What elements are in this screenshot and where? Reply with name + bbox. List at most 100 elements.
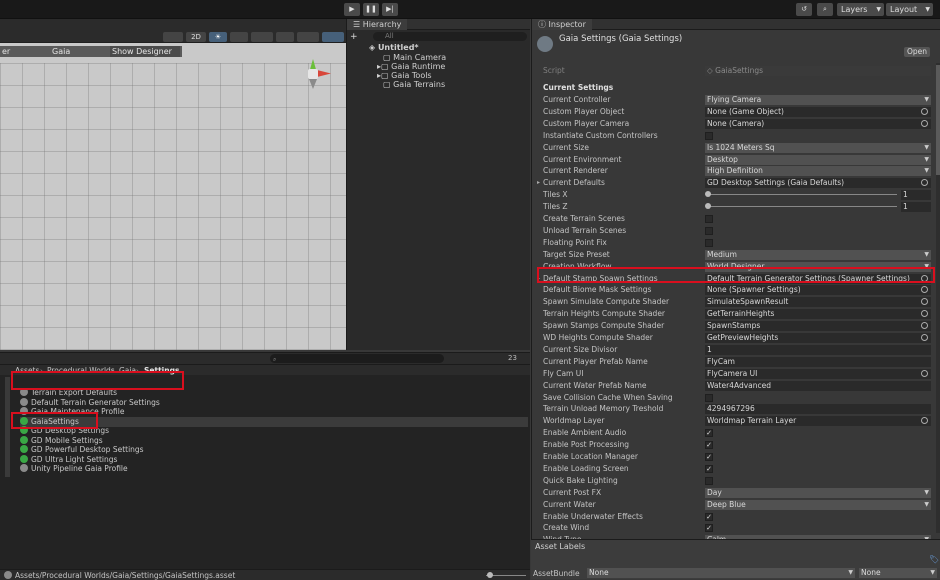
object-field[interactable]: None (Spawner Settings): [705, 285, 931, 296]
project-file-item[interactable]: Default Terrain Generator Settings: [20, 397, 160, 408]
pause-icon[interactable]: ❚❚: [363, 3, 379, 16]
inspector-scrollbar[interactable]: [936, 63, 940, 533]
mode-2d-button[interactable]: 2D: [186, 32, 206, 42]
project-scrollbar[interactable]: [5, 377, 10, 477]
text-field[interactable]: FlyCam: [705, 356, 931, 367]
slider-handle[interactable]: [705, 203, 711, 210]
audio-icon[interactable]: [230, 32, 248, 42]
project-file-item[interactable]: Terrain Export Defaults: [20, 388, 117, 398]
gizmos-icon[interactable]: [322, 32, 344, 42]
slider-value[interactable]: 1: [901, 202, 931, 213]
shading-mode-button[interactable]: [163, 32, 183, 42]
history-icon[interactable]: ↺: [796, 3, 812, 16]
checkbox[interactable]: ✓: [705, 512, 713, 521]
dropdown-field[interactable]: High Definition ▼: [705, 166, 931, 177]
checkbox[interactable]: [705, 226, 713, 235]
layout-dropdown[interactable]: Layout ▼: [886, 3, 933, 16]
hierarchy-item-gaia-terrains[interactable]: ▢ Gaia Terrains: [383, 80, 445, 90]
object-picker-icon[interactable]: [921, 107, 928, 115]
object-field[interactable]: SpawnStamps: [705, 321, 931, 332]
object-picker-icon[interactable]: [921, 310, 928, 318]
label-tag-icon[interactable]: 🏷: [929, 555, 939, 564]
dropdown-field[interactable]: Deep Blue ▼: [705, 499, 931, 510]
camera-icon[interactable]: [297, 32, 319, 42]
object-field[interactable]: FlyCamera UI: [705, 368, 931, 379]
search-icon[interactable]: ⌕: [817, 3, 833, 16]
dropdown-field[interactable]: Day ▼: [705, 487, 931, 498]
scene-root-item[interactable]: ◈ Untitled*: [369, 43, 419, 53]
breadcrumb-assets[interactable]: Assets: [15, 365, 39, 377]
dropdown-field[interactable]: World Designer ▼: [705, 261, 931, 272]
checkbox[interactable]: ✓: [705, 441, 713, 450]
slider-track[interactable]: [707, 206, 897, 208]
object-picker-icon[interactable]: [921, 322, 928, 330]
text-field[interactable]: 4294967296: [705, 404, 931, 415]
project-search-input[interactable]: ⌕: [270, 354, 444, 363]
project-file-item[interactable]: GD Powerful Desktop Settings: [20, 445, 144, 455]
checkbox[interactable]: ✓: [705, 453, 713, 461]
dropdown-field[interactable]: Flying Camera ▼: [705, 95, 931, 105]
checkbox[interactable]: ✓: [705, 524, 713, 533]
asset-bundle-dropdown[interactable]: None ▼: [587, 568, 855, 578]
dropdown-field[interactable]: Medium ▼: [705, 249, 931, 260]
text-field[interactable]: 1: [705, 344, 931, 355]
play-icon[interactable]: ▶: [344, 3, 360, 16]
field-label: Terrain Unload Memory Treshold: [543, 404, 664, 414]
object-picker-icon[interactable]: [921, 298, 928, 306]
checkbox[interactable]: ✓: [705, 464, 713, 473]
tab-hierarchy[interactable]: ☰ Hierarchy: [347, 19, 408, 30]
layers-dropdown[interactable]: Layers ▼: [837, 3, 884, 16]
open-button[interactable]: Open: [904, 47, 930, 57]
slider-value[interactable]: 1: [901, 190, 931, 201]
object-picker-icon[interactable]: [921, 417, 928, 425]
object-field[interactable]: GD Desktop Settings (Gaia Defaults): [705, 178, 931, 189]
effects-icon[interactable]: [251, 32, 273, 42]
add-object-button[interactable]: +: [350, 32, 358, 42]
text-field[interactable]: Water4Advanced: [705, 380, 931, 391]
scene-view[interactable]: 2D ☀ er Gaia Show Designer: [0, 19, 346, 350]
dropdown-field[interactable]: Desktop ▼: [705, 154, 931, 165]
object-field[interactable]: None (Game Object): [705, 106, 931, 117]
object-field[interactable]: None (Camera): [705, 118, 931, 129]
object-picker-icon[interactable]: [921, 119, 928, 127]
checkbox[interactable]: [705, 476, 713, 485]
checkbox[interactable]: [705, 238, 713, 247]
chevron-right-icon[interactable]: ▸: [537, 177, 540, 189]
object-field[interactable]: Default Terrain Generator Settings (Spaw…: [705, 273, 931, 284]
step-icon[interactable]: ▶|: [382, 3, 398, 16]
project-file-item[interactable]: GaiaSettings: [20, 416, 528, 427]
object-field[interactable]: SimulateSpawnResult: [705, 297, 931, 308]
hierarchy-search-input[interactable]: All: [373, 32, 527, 41]
object-field[interactable]: Worldmap Terrain Layer: [705, 416, 931, 427]
checkbox[interactable]: [705, 393, 713, 402]
checkbox[interactable]: [705, 215, 713, 223]
asset-variant-dropdown[interactable]: None ▼: [859, 568, 937, 578]
scene-orientation-gizmo[interactable]: [297, 57, 333, 93]
breadcrumb-settings[interactable]: Settings: [144, 365, 179, 377]
project-file-item[interactable]: GD Ultra Light Settings: [20, 454, 117, 465]
project-file-item[interactable]: GD Mobile Settings: [20, 435, 103, 446]
object-picker-icon[interactable]: [921, 179, 928, 187]
object-field[interactable]: GetTerrainHeights: [705, 309, 931, 320]
dropdown-field[interactable]: Is 1024 Meters Sq ▼: [705, 142, 931, 153]
slider-track[interactable]: [707, 194, 897, 196]
zoom-slider-handle[interactable]: [487, 572, 493, 578]
checkbox[interactable]: ✓: [705, 429, 713, 438]
hidden-objects-icon[interactable]: [276, 32, 294, 42]
project-file-item[interactable]: Gaia Maintenance Profile: [20, 407, 124, 417]
object-field[interactable]: GetPreviewHeights: [705, 333, 931, 343]
tab-inspector[interactable]: ⓘ Inspector: [532, 19, 592, 30]
object-picker-icon[interactable]: [921, 334, 928, 341]
project-file-item[interactable]: GD Desktop Settings: [20, 426, 109, 436]
light-icon[interactable]: ☀: [209, 32, 227, 42]
object-picker-icon[interactable]: [921, 286, 928, 294]
project-file-item[interactable]: Unity Pipeline Gaia Profile: [20, 464, 128, 474]
chevron-right-icon[interactable]: ▸: [537, 273, 540, 285]
object-picker-icon[interactable]: [921, 369, 928, 377]
breadcrumb-procedural-worlds[interactable]: Procedural Worlds: [47, 365, 115, 377]
checkbox[interactable]: [705, 131, 713, 140]
show-designer-button[interactable]: Show Designer: [110, 46, 180, 57]
breadcrumb-gaia[interactable]: Gaia: [119, 365, 136, 377]
object-picker-icon[interactable]: [921, 274, 928, 282]
slider-handle[interactable]: [705, 191, 711, 198]
